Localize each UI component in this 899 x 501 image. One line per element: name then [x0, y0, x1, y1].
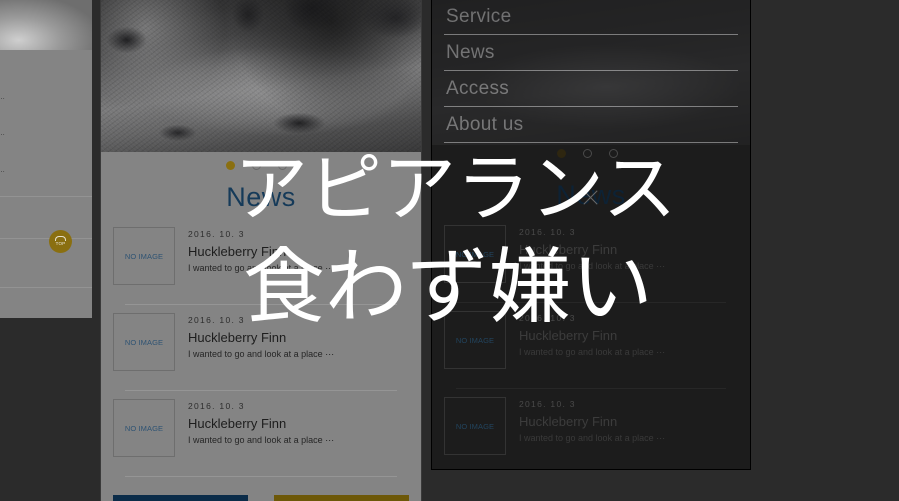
news-item-title[interactable]: Huckleberry Finn — [519, 414, 738, 429]
news-list: NO IMAGE 2016. 10. 3 Huckleberry Finn I … — [113, 227, 409, 477]
slider-dot-2[interactable] — [252, 161, 261, 170]
news-item-title[interactable]: Huckleberry Finn — [188, 330, 409, 345]
slider-pagination[interactable] — [226, 152, 421, 170]
close-x-icon[interactable] — [581, 188, 600, 207]
news-item-body: 2016. 10. 3 Huckleberry Finn I wanted to… — [188, 313, 409, 360]
news-item-excerpt: I wanted to go and look at a place ⋯ — [188, 435, 335, 445]
background-page-sliver: … … … — [0, 0, 92, 318]
news-item-excerpt: I wanted to go and look at a place ⋯ — [188, 263, 335, 273]
news-item-date: 2016. 10. 3 — [188, 401, 245, 411]
news-thumbnail-placeholder: NO IMAGE — [113, 227, 175, 285]
primary-action-button[interactable] — [113, 495, 248, 501]
nav-item-news[interactable]: News — [444, 35, 738, 71]
dark-slider-dot-2[interactable] — [583, 149, 592, 158]
news-item-date: 2016. 10. 3 — [519, 399, 576, 409]
dark-slider-dot-3[interactable] — [609, 149, 618, 158]
news-item-date: 2016. 10. 3 — [188, 229, 245, 239]
dark-news-list: NO IMAGE 2016. 10. 3 Huckleberry Finn I … — [444, 225, 738, 466]
news-list-divider — [125, 304, 397, 305]
news-item-title[interactable]: Huckleberry Finn — [188, 416, 409, 431]
news-item-title[interactable]: Huckleberry Finn — [188, 244, 409, 259]
news-list-divider — [456, 302, 726, 303]
news-item-body: 2016. 10. 3 Huckleberry Finn I wanted to… — [188, 227, 409, 274]
nav-item-about-us[interactable]: About us — [444, 107, 738, 143]
screenshot-stage: … … … TOP News NO IMAGE 2016. 10. 3 — [0, 0, 899, 501]
background-divider — [0, 287, 92, 288]
news-item-date: 2016. 10. 3 — [519, 227, 576, 237]
news-item-title[interactable]: Huckleberry Finn — [519, 328, 738, 343]
news-item-date: 2016. 10. 3 — [519, 313, 576, 323]
slider-dot-3[interactable] — [278, 161, 287, 170]
light-theme-preview-panel: News NO IMAGE 2016. 10. 3 Huckleberry Fi… — [100, 0, 422, 501]
news-item-body: 2016. 10. 3 Huckleberry Finn I wanted to… — [519, 225, 738, 272]
dark-slider-pagination[interactable] — [557, 143, 750, 158]
news-item-body: 2016. 10. 3 Huckleberry Finn I wanted to… — [519, 311, 738, 358]
news-list-divider — [125, 390, 397, 391]
news-list-item[interactable]: NO IMAGE 2016. 10. 3 Huckleberry Finn I … — [113, 227, 409, 296]
news-list-item[interactable]: NO IMAGE 2016. 10. 3 Huckleberry Finn I … — [444, 311, 738, 380]
photo-grain-texture — [101, 0, 421, 152]
news-section-title: News — [226, 182, 296, 212]
news-list-item[interactable]: NO IMAGE 2016. 10. 3 Huckleberry Finn I … — [113, 313, 409, 382]
news-thumbnail-placeholder: NO IMAGE — [444, 311, 506, 369]
background-text-fragment: … — [0, 94, 5, 101]
news-item-title[interactable]: Huckleberry Finn — [519, 242, 738, 257]
news-thumbnail-placeholder: NO IMAGE — [113, 313, 175, 371]
news-item-date: 2016. 10. 3 — [188, 315, 245, 325]
dark-theme-preview-panel: Service News Access About us News NO IMA… — [431, 0, 751, 470]
dark-slider-dot-1[interactable] — [557, 149, 566, 158]
accent-action-button[interactable] — [274, 495, 409, 501]
news-item-excerpt: I wanted to go and look at a place ⋯ — [519, 433, 666, 443]
nav-item-service[interactable]: Service — [444, 0, 738, 35]
hero-slider[interactable] — [101, 0, 421, 152]
news-list-item[interactable]: NO IMAGE 2016. 10. 3 Huckleberry Finn I … — [113, 399, 409, 468]
news-item-excerpt: I wanted to go and look at a place ⋯ — [519, 261, 666, 271]
news-list-divider — [456, 388, 726, 389]
background-text-fragment: … — [0, 130, 5, 137]
news-item-body: 2016. 10. 3 Huckleberry Finn I wanted to… — [519, 397, 738, 444]
news-thumbnail-placeholder: NO IMAGE — [444, 397, 506, 455]
background-divider — [0, 238, 92, 239]
slider-dot-1[interactable] — [226, 161, 235, 170]
scroll-to-top-label: TOP — [55, 241, 66, 247]
news-list-item[interactable]: NO IMAGE 2016. 10. 3 Huckleberry Finn I … — [444, 225, 738, 294]
news-list-item[interactable]: NO IMAGE 2016. 10. 3 Huckleberry Finn I … — [444, 397, 738, 466]
dark-news-header: News — [432, 180, 750, 211]
news-thumbnail-placeholder: NO IMAGE — [113, 399, 175, 457]
footer-button-row — [101, 477, 421, 501]
news-item-body: 2016. 10. 3 Huckleberry Finn I wanted to… — [188, 399, 409, 446]
news-item-excerpt: I wanted to go and look at a place ⋯ — [519, 347, 666, 357]
news-thumbnail-placeholder: NO IMAGE — [444, 225, 506, 283]
scroll-to-top-button[interactable]: TOP — [49, 230, 72, 253]
news-item-excerpt: I wanted to go and look at a place ⋯ — [188, 349, 335, 359]
navigation-menu: Service News Access About us — [432, 0, 750, 143]
background-divider — [0, 196, 92, 197]
background-text-fragment: … — [0, 167, 5, 174]
nav-item-access[interactable]: Access — [444, 71, 738, 107]
background-hero-photo — [0, 0, 92, 50]
